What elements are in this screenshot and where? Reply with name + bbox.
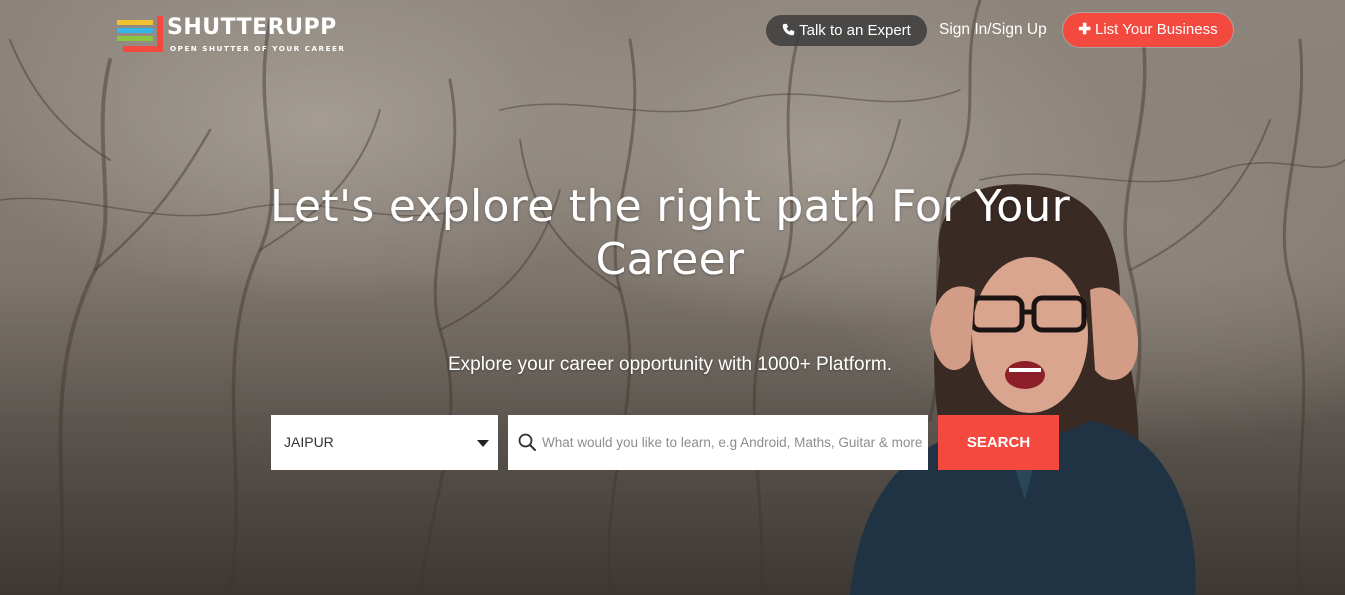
list-your-business-button[interactable]: ✚ List Your Business xyxy=(1063,13,1233,47)
city-select-value: JAIPUR xyxy=(284,434,334,450)
city-select[interactable]: JAIPUR xyxy=(271,415,498,470)
caret-down-icon xyxy=(477,440,489,447)
search-box[interactable] xyxy=(508,415,928,470)
logo-mark-icon xyxy=(117,16,163,52)
talk-to-expert-button[interactable]: Talk to an Expert xyxy=(766,15,927,46)
talk-to-expert-label: Talk to an Expert xyxy=(799,22,911,39)
hero-headline: Let's explore the right path For Your Ca… xyxy=(270,181,1071,285)
list-your-business-label: List Your Business xyxy=(1095,21,1218,38)
hero-background xyxy=(0,0,1345,595)
phone-icon xyxy=(782,16,795,47)
brand-title: SHUTTERUPP xyxy=(167,15,337,40)
search-input[interactable] xyxy=(542,415,922,470)
smiling-woman-photo xyxy=(850,184,1196,595)
hero-subheadline: Explore your career opportunity with 100… xyxy=(447,354,893,375)
brand-tagline: OPEN SHUTTER OF YOUR CAREER xyxy=(170,44,346,53)
search-icon xyxy=(518,433,536,456)
search-button[interactable]: SEARCH xyxy=(938,415,1059,470)
brand-logo[interactable]: SHUTTERUPP OPEN SHUTTER OF YOUR CAREER xyxy=(117,14,362,56)
plus-icon: ✚ xyxy=(1078,21,1091,38)
signin-signup-link[interactable]: Sign In/Sign Up xyxy=(939,21,1047,39)
